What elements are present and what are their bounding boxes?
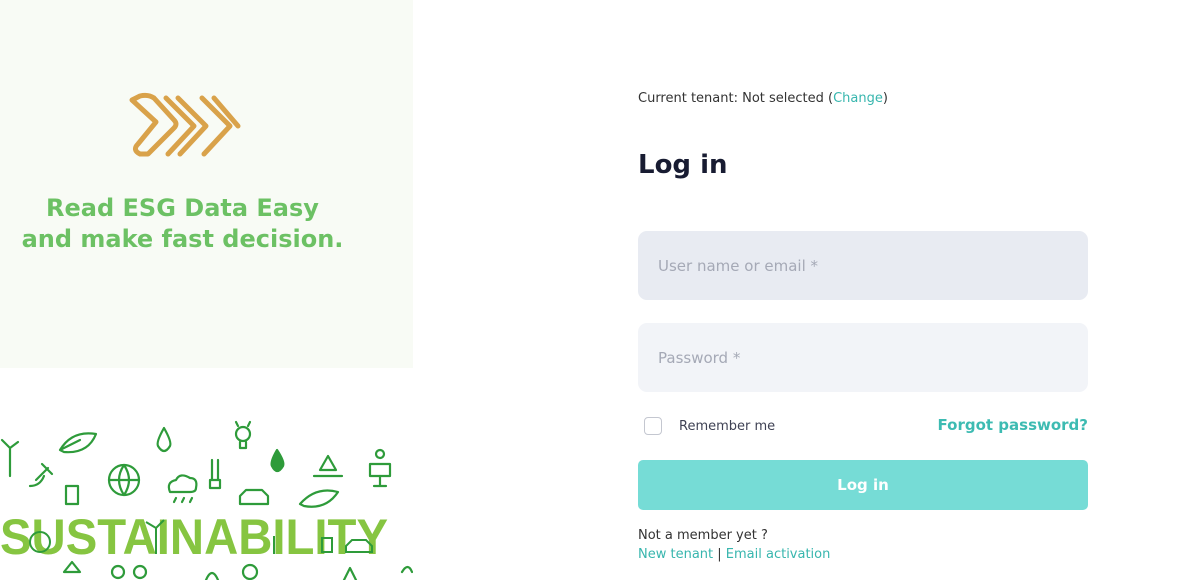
sustainability-banner: SUSTAINABILITY bbox=[0, 368, 413, 580]
leaf-icon-2 bbox=[298, 489, 340, 508]
page-title: Log in bbox=[638, 150, 728, 180]
checkbox-box[interactable] bbox=[644, 417, 662, 435]
tree-icon-2 bbox=[342, 566, 358, 580]
tagline-line-2: and make fast decision. bbox=[21, 225, 344, 253]
bicycle-icon bbox=[110, 564, 148, 580]
plug-icon bbox=[28, 462, 54, 488]
recycle-icon bbox=[312, 454, 344, 478]
tagline-line-1: Read ESG Data Easy bbox=[46, 194, 319, 222]
water-drop-icon bbox=[156, 426, 172, 453]
login-panel: Current tenant: Not selected (Change) Lo… bbox=[413, 0, 1187, 580]
username-input[interactable] bbox=[638, 231, 1088, 300]
brand-panel: Read ESG Data Easy and make fast decisio… bbox=[0, 0, 413, 580]
forgot-password-link[interactable]: Forgot password? bbox=[938, 416, 1089, 434]
footer-links: New tenant | Email activation bbox=[638, 547, 830, 562]
ev-charger-icon bbox=[64, 484, 80, 506]
password-input[interactable] bbox=[638, 323, 1088, 392]
remember-me-checkbox[interactable]: Remember me bbox=[644, 417, 775, 435]
sustainability-illustration: SUSTAINABILITY bbox=[0, 420, 413, 580]
wind-turbine-icon bbox=[0, 438, 20, 478]
recycle-icon-3 bbox=[400, 565, 413, 574]
tree-icon bbox=[241, 563, 259, 580]
email-activation-link[interactable]: Email activation bbox=[726, 547, 831, 562]
solar-panel-icon bbox=[368, 462, 392, 478]
car-icon bbox=[238, 488, 270, 506]
change-tenant-link[interactable]: Change bbox=[833, 91, 883, 106]
leaf-icon bbox=[58, 432, 98, 454]
login-button[interactable]: Log in bbox=[638, 460, 1088, 510]
new-tenant-link[interactable]: New tenant bbox=[638, 547, 713, 562]
remember-me-label: Remember me bbox=[679, 418, 776, 434]
tenant-prefix: Current tenant: Not selected ( bbox=[638, 91, 834, 106]
lightbulb-icon bbox=[234, 425, 252, 443]
not-member-text: Not a member yet ? bbox=[638, 528, 768, 543]
tenant-suffix: ) bbox=[882, 91, 888, 106]
cfl-bulb-icon bbox=[208, 458, 222, 490]
brand-tagline: Read ESG Data Easy and make fast decisio… bbox=[0, 193, 365, 255]
water-drop-icon-2 bbox=[270, 448, 285, 473]
tenant-info: Current tenant: Not selected (Change) bbox=[638, 91, 888, 106]
leaf-icon-3 bbox=[204, 571, 220, 580]
brand-hero: Read ESG Data Easy and make fast decisio… bbox=[0, 0, 413, 368]
logo-chevrons-icon bbox=[129, 92, 241, 157]
rain-cloud-icon bbox=[167, 474, 198, 494]
link-separator: | bbox=[713, 547, 726, 562]
